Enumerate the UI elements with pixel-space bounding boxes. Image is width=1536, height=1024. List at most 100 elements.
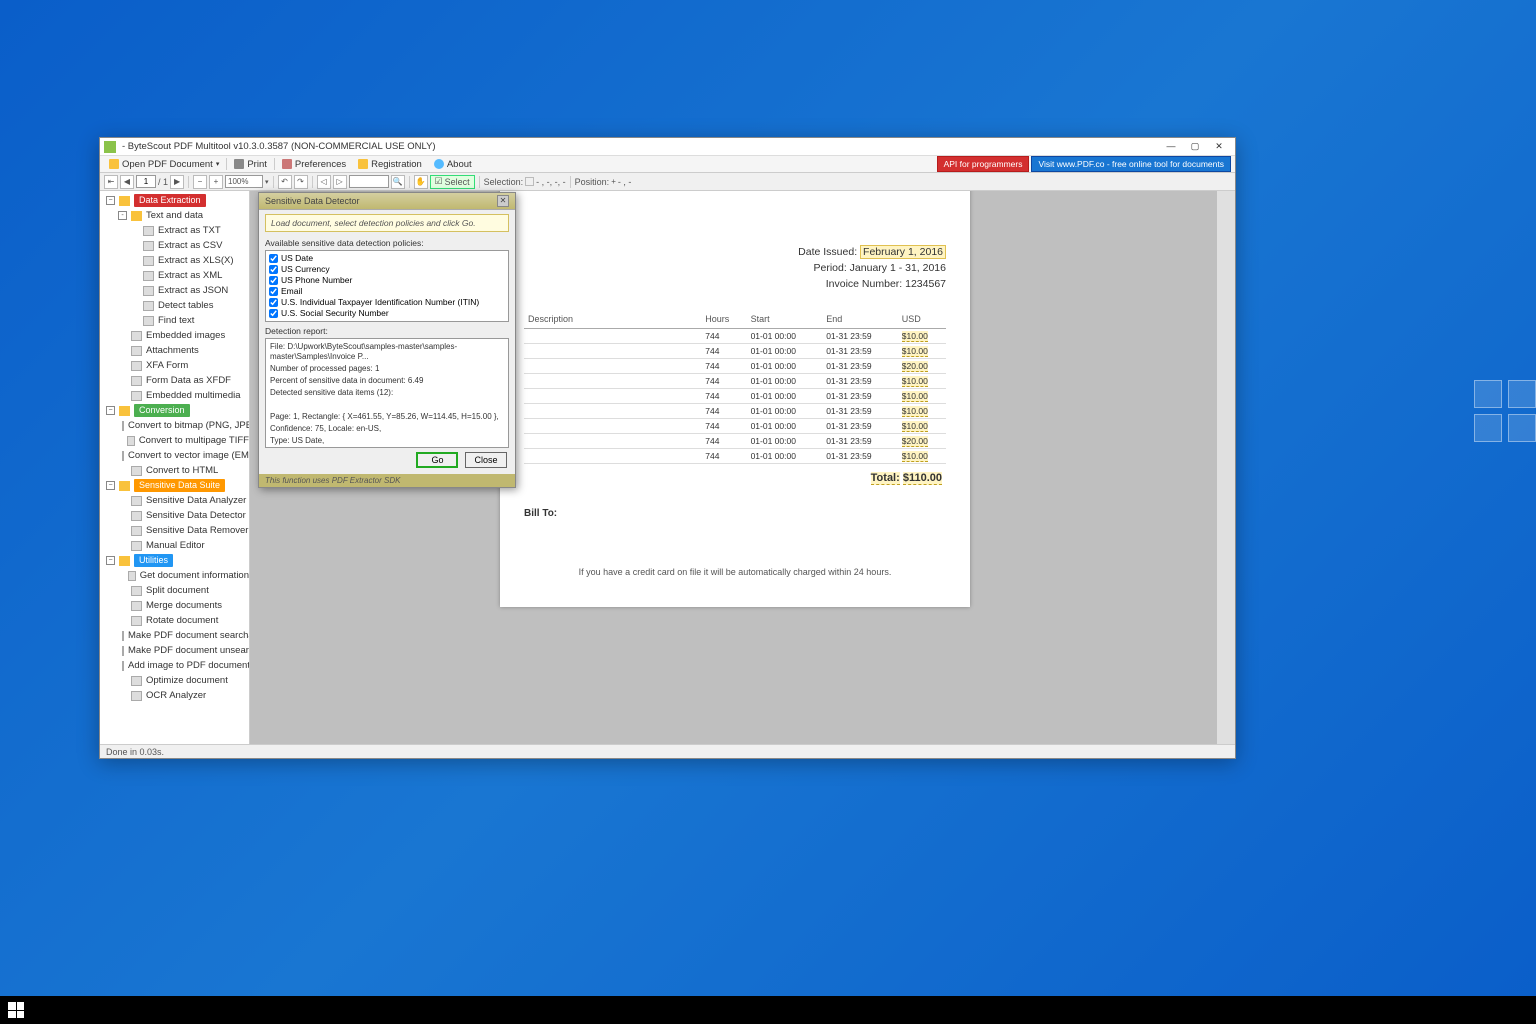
sidebar-item[interactable]: Optimize document	[100, 673, 249, 688]
sidebar-item[interactable]: Find text	[100, 313, 249, 328]
sidebar-item[interactable]: Make PDF document searchable	[100, 628, 249, 643]
policy-checkbox[interactable]: US Phone Number	[269, 275, 505, 286]
folder-icon	[109, 159, 119, 169]
page-input[interactable]	[136, 175, 156, 188]
sidebar-item[interactable]: Convert to multipage TIFF	[100, 433, 249, 448]
page-count: / 1	[158, 177, 168, 187]
table-row: 74401-01 00:0001-31 23:59$10.00	[524, 419, 946, 434]
dialog-hint: Load document, select detection policies…	[265, 214, 509, 232]
go-button[interactable]: Go	[416, 452, 458, 468]
print-icon	[234, 159, 244, 169]
statusbar: Done in 0.03s.	[100, 744, 1235, 758]
policy-checkbox[interactable]: US Currency	[269, 264, 505, 275]
sidebar-item[interactable]: Sensitive Data Remover	[100, 523, 249, 538]
find-button[interactable]: 🔍	[391, 175, 405, 189]
table-row: 74401-01 00:0001-31 23:59$20.00	[524, 434, 946, 449]
detection-report[interactable]: File: D:\Upwork\ByteScout\samples-master…	[265, 338, 509, 448]
api-link[interactable]: API for programmers	[937, 156, 1030, 172]
table-row: 74401-01 00:0001-31 23:59$20.00	[524, 359, 946, 374]
preferences-icon	[282, 159, 292, 169]
sidebar-item[interactable]: Convert to vector image (EMF)	[100, 448, 249, 463]
sidebar-item[interactable]: Form Data as XFDF	[100, 373, 249, 388]
first-page-button[interactable]: ⇤	[104, 175, 118, 189]
sidebar-item[interactable]: −Conversion	[100, 403, 249, 418]
sidebar-item[interactable]: Extract as XLS(X)	[100, 253, 249, 268]
sidebar-item[interactable]: Embedded multimedia	[100, 388, 249, 403]
open-pdf-button[interactable]: Open PDF Document▾	[104, 159, 224, 170]
sidebar-item[interactable]: Get document information	[100, 568, 249, 583]
close-button[interactable]: Close	[465, 452, 507, 468]
app-window: - ByteScout PDF Multitool v10.3.0.3587 (…	[99, 137, 1236, 759]
zoom-select[interactable]: 100%	[225, 175, 263, 188]
sidebar-item[interactable]: Sensitive Data Analyzer	[100, 493, 249, 508]
sidebar-item[interactable]: Extract as CSV	[100, 238, 249, 253]
sidebar-item[interactable]: Attachments	[100, 343, 249, 358]
total-value: $110.00	[903, 472, 942, 485]
sidebar-item[interactable]: Convert to HTML	[100, 463, 249, 478]
next-page-button[interactable]: ▶	[170, 175, 184, 189]
date-issued-value: February 1, 2016	[860, 245, 946, 259]
period: Period: January 1 - 31, 2016	[524, 261, 946, 277]
sidebar-item[interactable]: Convert to bitmap (PNG, JPEG, ...)	[100, 418, 249, 433]
sidebar-item[interactable]: Extract as JSON	[100, 283, 249, 298]
policy-checkbox[interactable]: U.S. Social Security Number	[269, 308, 505, 319]
rotate-right-button[interactable]: ↷	[294, 175, 308, 189]
start-button[interactable]	[8, 1002, 24, 1018]
toolbar: ⇤ ◀ / 1 ▶ − + 100%▾ ↶ ↷ ◁ ▷ 🔍 ✋ ☑Select …	[100, 173, 1235, 191]
sidebar-item[interactable]: −Sensitive Data Suite	[100, 478, 249, 493]
sidebar-item[interactable]: Merge documents	[100, 598, 249, 613]
sidebar-item[interactable]: −Data Extraction	[100, 193, 249, 208]
policies-list: US Date US Currency US Phone Number Emai…	[265, 250, 509, 322]
preferences-button[interactable]: Preferences	[277, 159, 351, 170]
sidebar-item[interactable]: Split document	[100, 583, 249, 598]
table-row: 74401-01 00:0001-31 23:59$10.00	[524, 329, 946, 344]
sidebar-item[interactable]: −Utilities	[100, 553, 249, 568]
sidebar-item[interactable]: Make PDF document unsearchable	[100, 643, 249, 658]
find-prev-button[interactable]: ◁	[317, 175, 331, 189]
find-input[interactable]	[349, 175, 389, 188]
zoom-in-button[interactable]: +	[209, 175, 223, 189]
sidebar-item[interactable]: Extract as XML	[100, 268, 249, 283]
policy-checkbox[interactable]: U.S. Individual Taxpayer Identification …	[269, 297, 505, 308]
dialog-close-button[interactable]: ✕	[497, 195, 509, 207]
policy-checkbox[interactable]: Email	[269, 286, 505, 297]
prev-page-button[interactable]: ◀	[120, 175, 134, 189]
hand-tool-button[interactable]: ✋	[414, 175, 428, 189]
window-title: - ByteScout PDF Multitool v10.3.0.3587 (…	[122, 141, 1159, 152]
minimize-button[interactable]: —	[1159, 141, 1183, 152]
sidebar-item[interactable]: Sensitive Data Detector	[100, 508, 249, 523]
table-row: 74401-01 00:0001-31 23:59$10.00	[524, 404, 946, 419]
selection-value: - , -, -, -	[536, 177, 566, 187]
table-header: Start	[747, 310, 823, 329]
sidebar-item[interactable]: Extract as TXT	[100, 223, 249, 238]
dialog-footer: This function uses PDF Extractor SDK	[259, 474, 515, 487]
find-next-button[interactable]: ▷	[333, 175, 347, 189]
sidebar-item[interactable]: -Text and data	[100, 208, 249, 223]
table-header: Hours	[701, 310, 746, 329]
registration-button[interactable]: Registration	[353, 159, 427, 170]
maximize-button[interactable]: ▢	[1183, 141, 1207, 152]
sidebar-item[interactable]: Rotate document	[100, 613, 249, 628]
close-button[interactable]: ✕	[1207, 141, 1231, 152]
sidebar-item[interactable]: XFA Form	[100, 358, 249, 373]
about-button[interactable]: About	[429, 159, 477, 170]
sidebar-item[interactable]: Detect tables	[100, 298, 249, 313]
rotate-left-button[interactable]: ↶	[278, 175, 292, 189]
policy-checkbox[interactable]: US Date	[269, 253, 505, 264]
print-button[interactable]: Print	[229, 159, 272, 170]
vertical-scrollbar[interactable]	[1217, 191, 1235, 744]
sidebar-item[interactable]: Manual Editor	[100, 538, 249, 553]
taskbar[interactable]	[0, 996, 1536, 1024]
select-tool-button[interactable]: ☑Select	[430, 175, 475, 189]
table-header: End	[822, 310, 898, 329]
sidebar-item[interactable]: Embedded images	[100, 328, 249, 343]
pdfco-link[interactable]: Visit www.PDF.co - free online tool for …	[1031, 156, 1231, 172]
sidebar-item[interactable]: OCR Analyzer	[100, 688, 249, 703]
zoom-out-button[interactable]: −	[193, 175, 207, 189]
registration-icon	[358, 159, 368, 169]
menubar: Open PDF Document▾ Print Preferences Reg…	[100, 156, 1235, 173]
position-value: - , -	[618, 177, 632, 187]
selection-label: Selection:	[484, 177, 524, 187]
sidebar-item[interactable]: Add image to PDF document	[100, 658, 249, 673]
date-issued-label: Date Issued:	[798, 246, 857, 258]
